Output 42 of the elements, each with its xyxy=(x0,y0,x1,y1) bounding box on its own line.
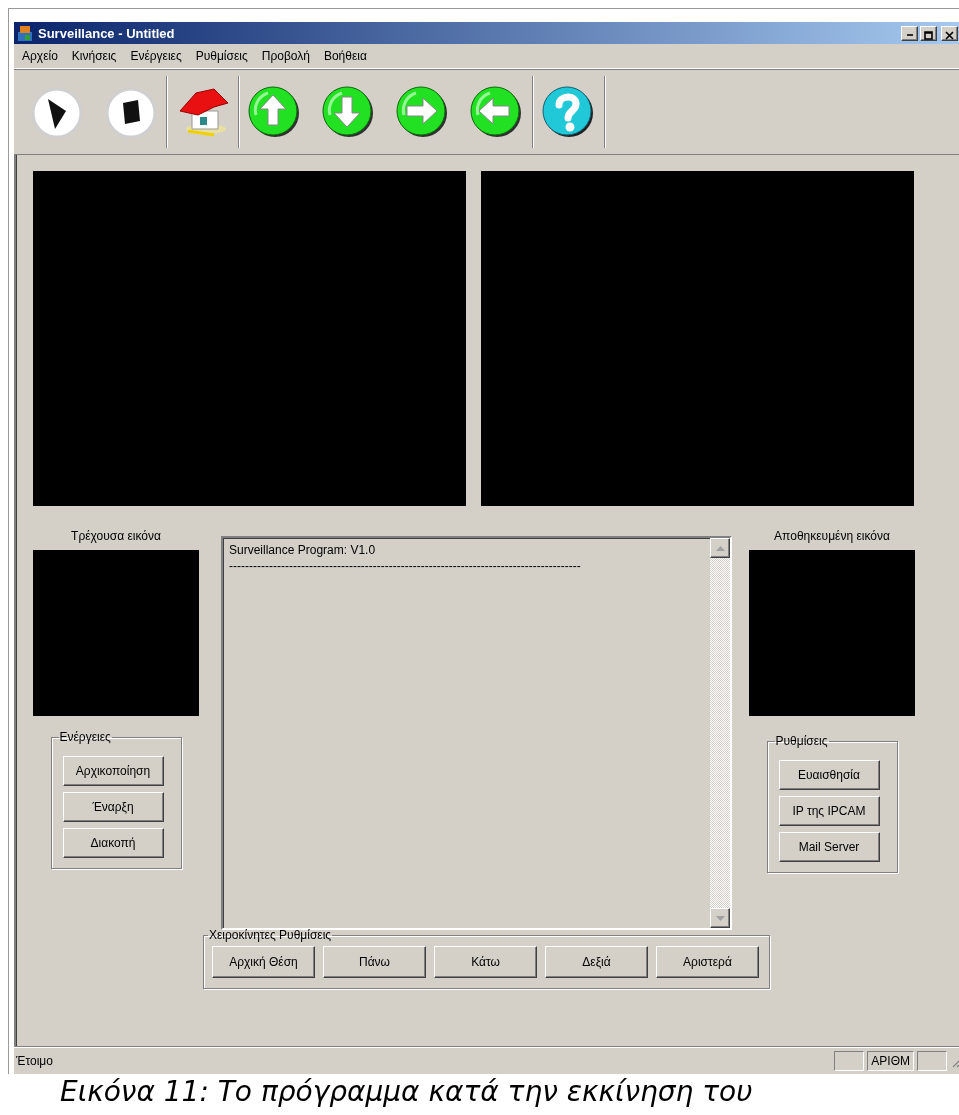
menu-item[interactable]: Ρυθμίσεις xyxy=(195,49,248,63)
action-button[interactable]: Αρχική Θέση xyxy=(212,946,315,978)
action-button[interactable]: Διακοπή xyxy=(62,828,164,858)
menu-item[interactable]: Αρχείο xyxy=(22,49,58,63)
group-title: Χειροκίνητες Ρυθμίσεις xyxy=(208,928,333,942)
action-button[interactable]: Δεξιά xyxy=(545,946,648,978)
action-button[interactable]: Αρχικοποίηση xyxy=(62,756,164,786)
minimize-icon xyxy=(906,34,913,36)
menu-item[interactable]: Βοήθεια xyxy=(323,49,367,63)
image-label: Τρέχουσα εικόνα xyxy=(71,527,161,545)
figure-caption: Εικόνα 11: Το πρόγραμμα κατά την εκκίνηση του xyxy=(60,1075,753,1108)
scroll-up-button[interactable] xyxy=(710,538,730,558)
action-button[interactable]: Πάνω xyxy=(323,946,426,978)
window-title: Surveillance - Untitled xyxy=(38,25,175,41)
log-line: ---------------------------------------------------------------------------------------- xyxy=(229,558,582,574)
group-title: Ρυθμίσεις xyxy=(774,734,829,748)
action-button[interactable]: Mail Server xyxy=(778,832,880,862)
log-line: Surveillance Program: V1.0 xyxy=(229,542,377,558)
action-button[interactable]: Αριστερά xyxy=(656,946,759,978)
log-area[interactable]: Surveillance Program: V1.0 ---------------------------------------------------------------------------------------- xyxy=(221,536,732,930)
app-icon xyxy=(16,24,34,42)
menu-item[interactable]: Ενέργειες xyxy=(130,49,182,63)
status-indicator: ΑΡΙΘΜ xyxy=(867,1051,914,1071)
caret-up-icon xyxy=(715,545,725,551)
maximize-button[interactable] xyxy=(920,25,937,41)
status-pane xyxy=(834,1051,865,1071)
caret-down-icon xyxy=(715,915,725,921)
status-message: Έτοιμο xyxy=(16,1054,53,1068)
action-button[interactable]: Έναρξη xyxy=(62,792,164,822)
scroll-down-button[interactable] xyxy=(710,908,730,928)
image-label: Αποθηκευμένη εικόνα xyxy=(774,527,890,545)
status-pane xyxy=(917,1051,947,1071)
maximize-icon xyxy=(924,30,933,40)
action-button[interactable]: IP της IPCAM xyxy=(778,796,880,826)
close-icon xyxy=(945,30,954,40)
menu-item[interactable]: Κινήσεις xyxy=(71,49,117,63)
action-button[interactable]: Ευαισθησία xyxy=(778,760,880,790)
close-button[interactable] xyxy=(941,25,958,41)
minimize-button[interactable] xyxy=(901,25,918,41)
group-title: Ενέργειες xyxy=(58,730,112,744)
menu-item[interactable]: Προβολή xyxy=(261,49,310,63)
action-button[interactable]: Κάτω xyxy=(434,946,537,978)
